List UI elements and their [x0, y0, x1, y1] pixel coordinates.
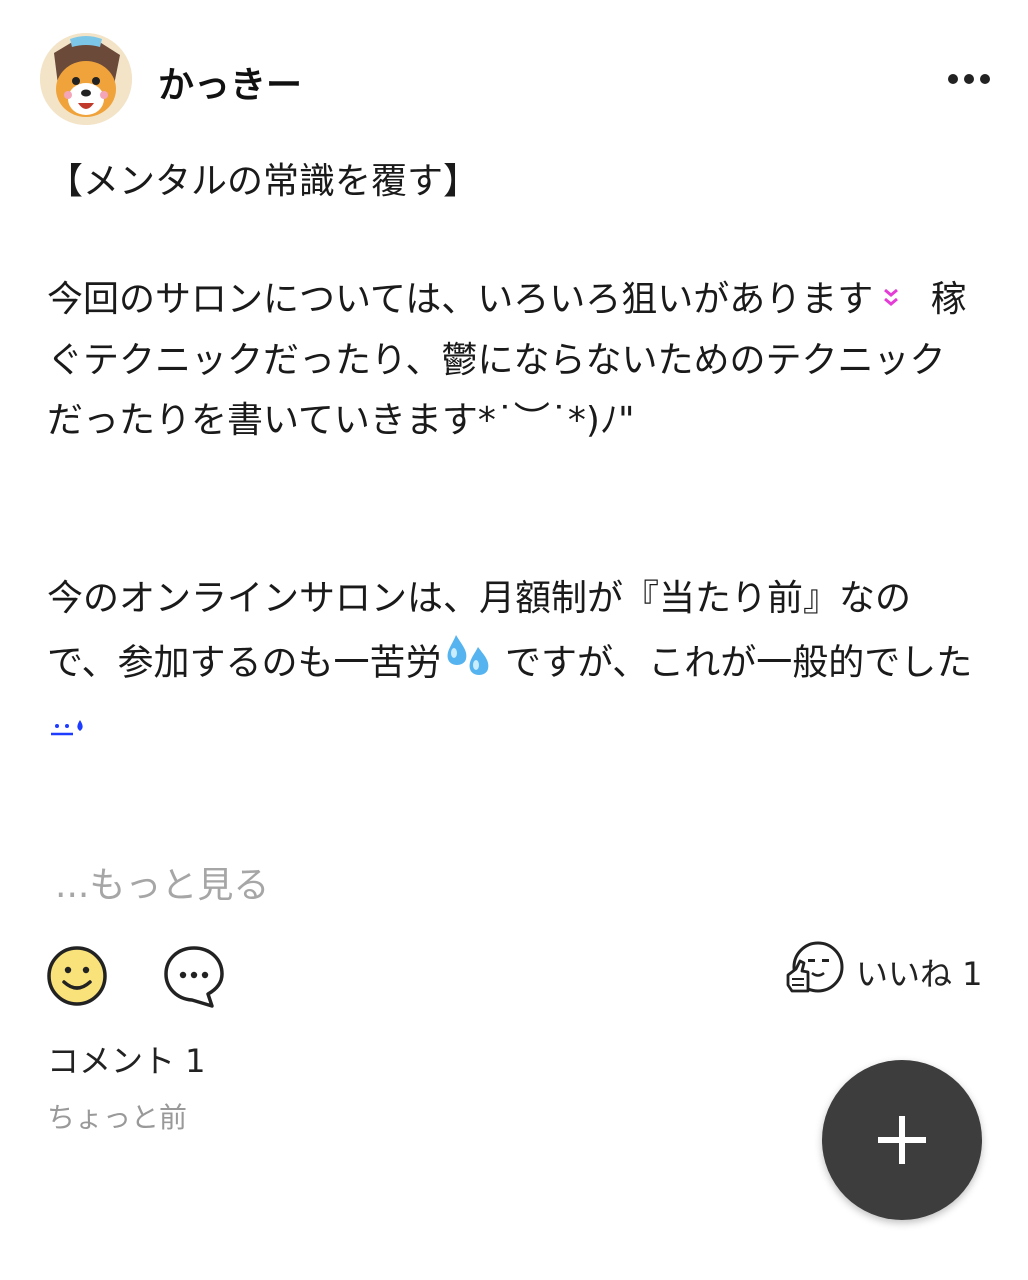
ellipsis-icon — [948, 74, 990, 84]
user-avatar[interactable] — [40, 33, 132, 125]
post-paragraph-1: 今回のサロンについては、いろいろ狙いがあります 稼ぐテクニックだったり、鬱になら… — [47, 270, 977, 451]
comment-count-link[interactable]: コメント 1 — [47, 1036, 206, 1082]
sweat-face-emoticon-icon — [47, 701, 87, 761]
more-options-button[interactable] — [944, 62, 994, 96]
comment-bubble-icon[interactable] — [162, 944, 226, 1012]
blushing-eyes-emoji-icon — [873, 271, 919, 331]
post-paragraph-1-text-a: 今回のサロンについては、いろいろ狙いがあります — [47, 279, 874, 320]
like-button[interactable]: いいね 1 — [782, 940, 983, 1004]
like-count-label: いいね 1 — [856, 955, 983, 993]
reaction-smiley-icon[interactable] — [45, 944, 109, 1012]
post-paragraph-2: 今のオンラインサロンは、月額制が『当たり前』なので、参加するのも一苦労 ですが、… — [47, 569, 977, 761]
user-name[interactable]: かっきー — [158, 56, 302, 108]
create-post-fab-button[interactable] — [822, 1060, 982, 1220]
see-more-link[interactable]: ...もっと見る — [55, 856, 269, 908]
thumbs-up-face-icon — [782, 939, 846, 1005]
plus-icon — [878, 1116, 926, 1164]
post-title: 【メンタルの常識を覆す】 — [47, 161, 480, 202]
post-header: かっきー — [0, 0, 1028, 150]
post-body: 【メンタルの常識を覆す】 今回のサロンについては、いろいろ狙いがあります 稼ぐテ… — [47, 150, 977, 761]
sweat-droplets-icon — [442, 629, 494, 700]
post-paragraph-2-text-b: ですが、これが一般的でした — [505, 642, 973, 684]
post-timestamp: ちょっと前 — [47, 1101, 188, 1134]
